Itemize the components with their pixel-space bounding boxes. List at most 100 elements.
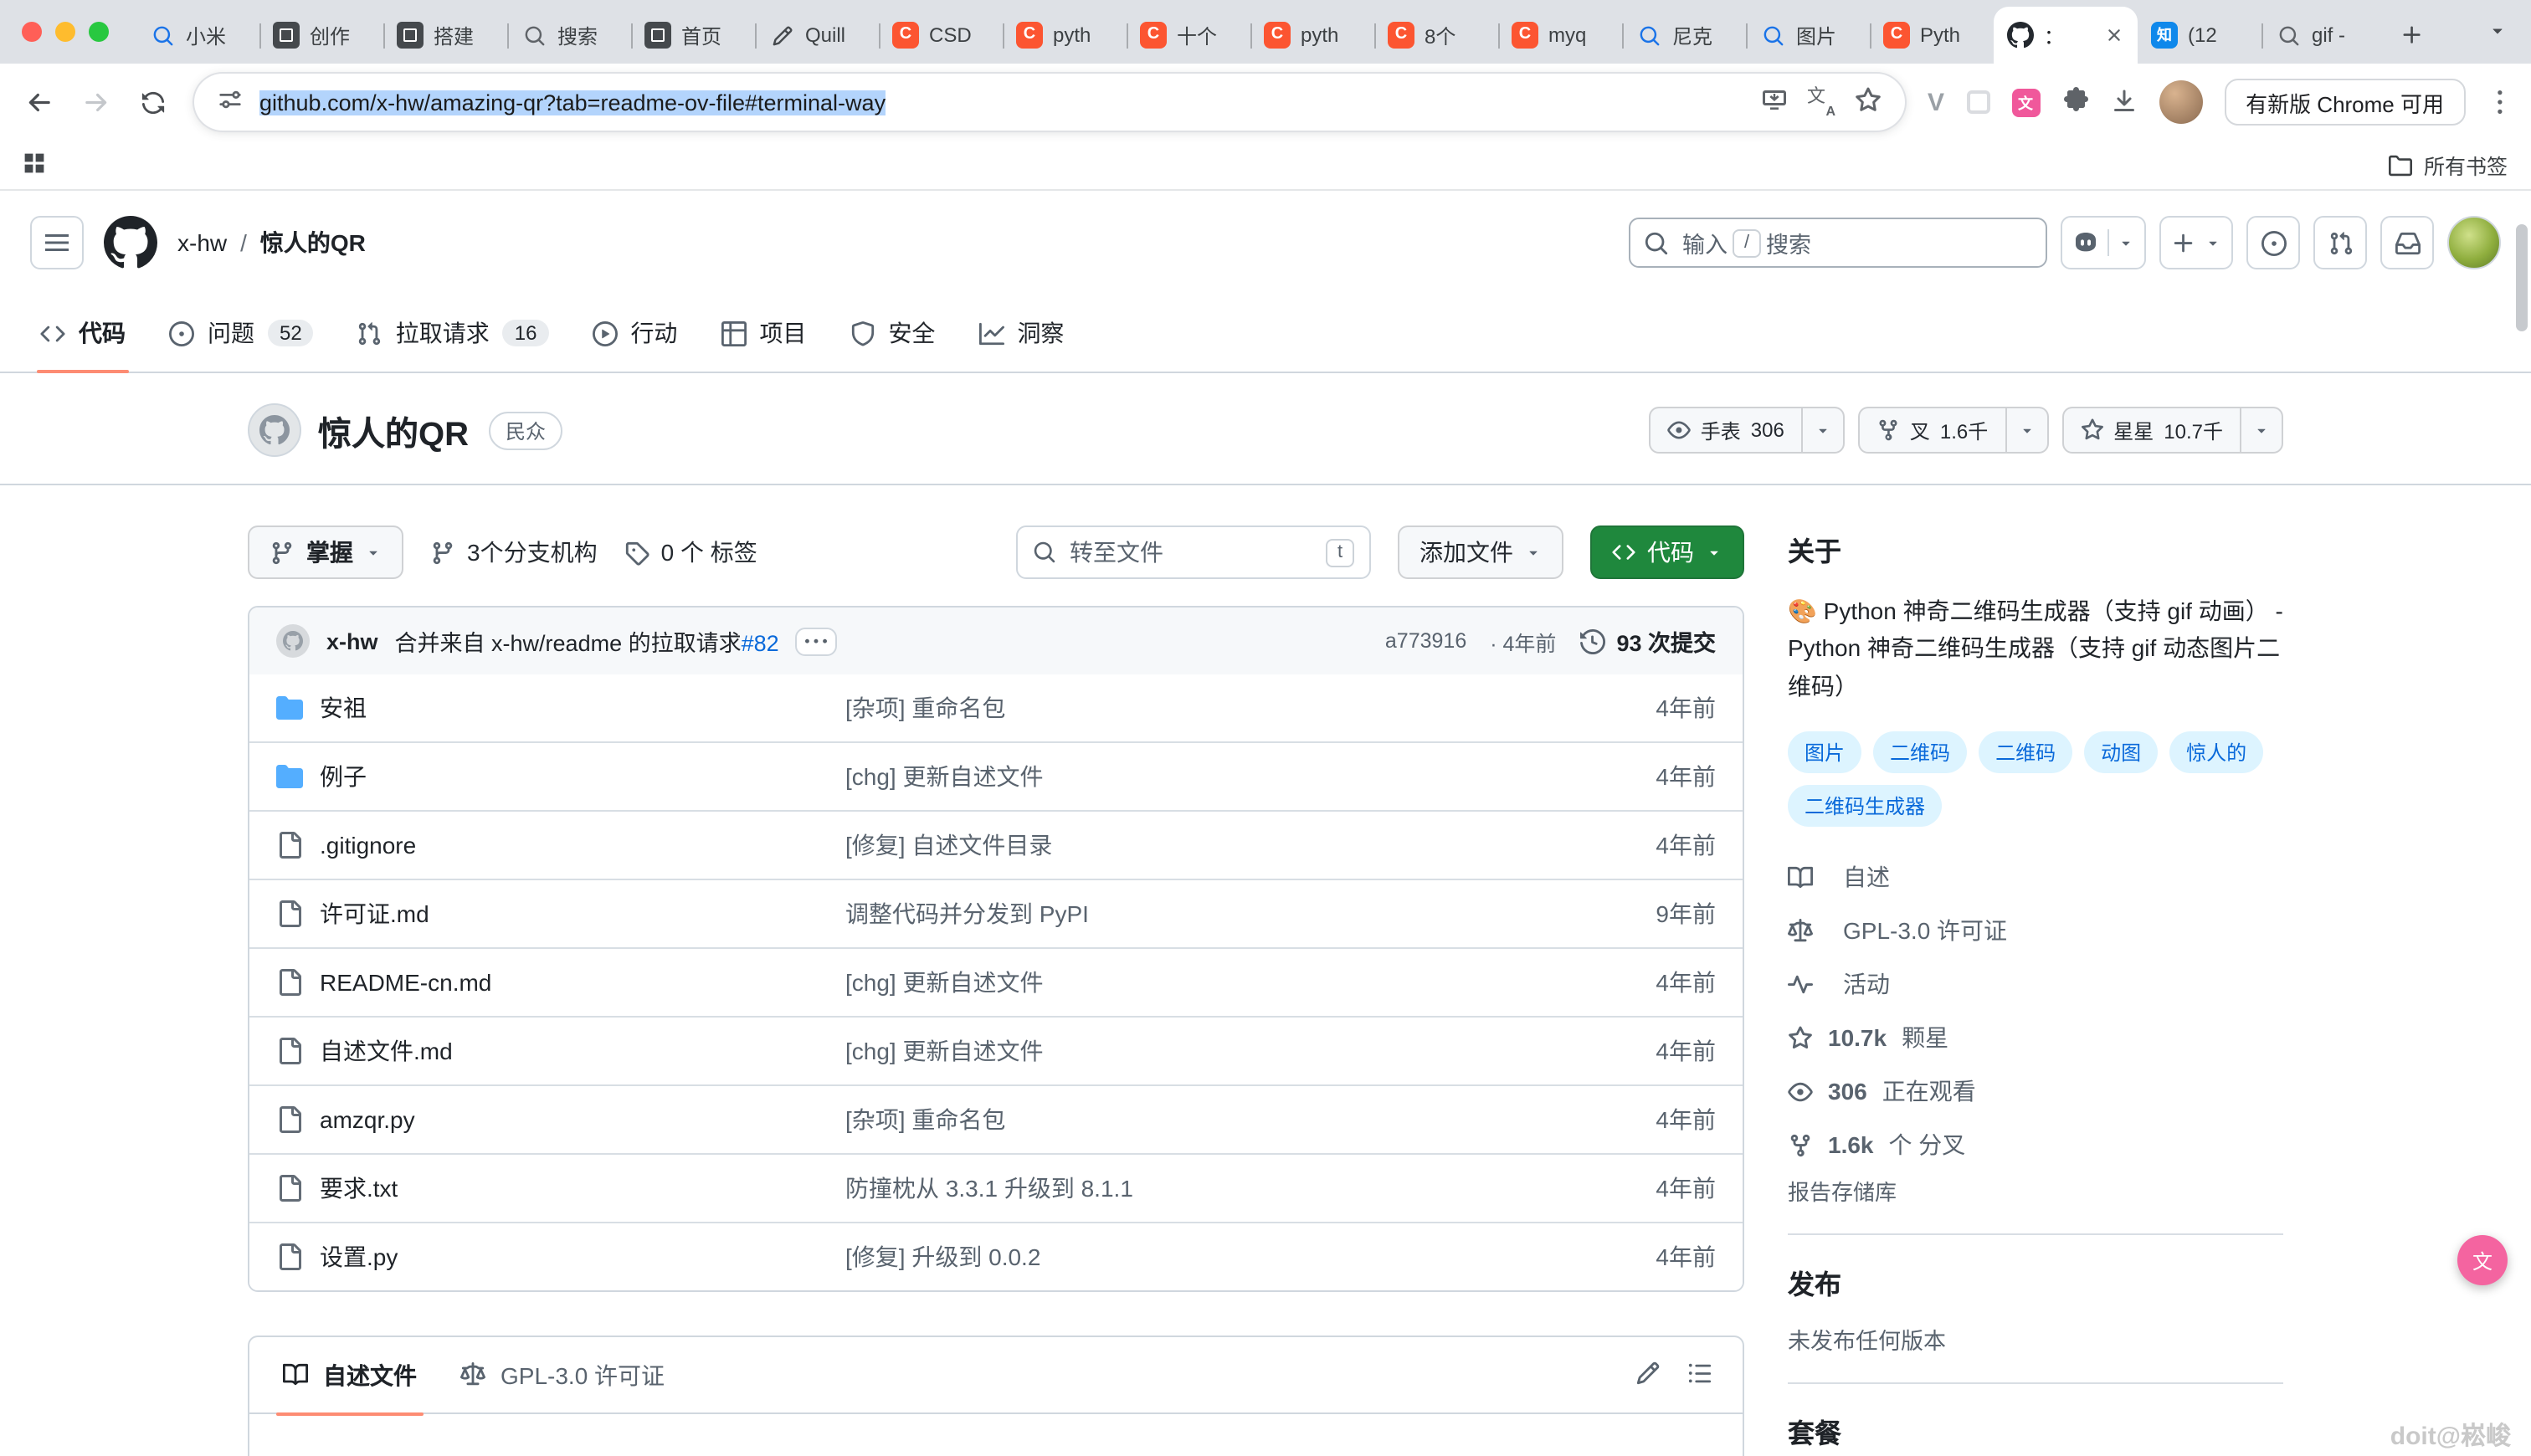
tab-security[interactable]: 安全 [833,295,952,372]
file-name-link[interactable]: 许可证.md [320,897,429,931]
code-button[interactable]: 代码 [1590,525,1744,579]
v-extension-icon[interactable]: V [1928,88,1944,116]
translate-float-button[interactable]: 文 [2457,1235,2508,1285]
file-commit-message-link[interactable]: [chg] 更新自述文件 [845,966,1532,999]
fork-button[interactable]: 叉1.6千 [1858,407,2048,454]
tab-search-chevron-icon[interactable] [2474,19,2521,44]
close-window-button[interactable] [22,22,42,42]
install-app-icon[interactable] [1760,86,1787,118]
edit-readme-pencil-icon[interactable] [1635,1360,1661,1390]
file-name-link[interactable]: 安祖 [320,691,367,725]
add-file-button[interactable]: 添加文件 [1398,525,1563,579]
forks-link[interactable]: 1.6k 个 分叉 [1788,1128,2283,1161]
close-tab-icon[interactable] [2104,25,2124,45]
browser-tab[interactable]: Quill [755,7,879,64]
license-link[interactable]: GPL-3.0 许可证 [1788,914,2283,947]
back-button[interactable] [17,80,60,124]
breadcrumb-repo-link[interactable]: 惊人的QR [260,226,366,259]
file-commit-message-link[interactable]: [修复] 升级到 0.0.2 [845,1240,1532,1274]
browser-tab[interactable]: CCSD [879,7,1003,64]
topic-tag[interactable]: 二维码生成器 [1788,785,1942,827]
tune-icon[interactable] [218,87,243,117]
inbox-button[interactable] [2380,216,2434,269]
go-to-file-input[interactable]: 转至文件 t [1016,525,1371,579]
file-commit-message-link[interactable]: 调整代码并分发到 PyPI [845,897,1532,931]
browser-tab[interactable]: C8个 [1374,7,1498,64]
watch-dropdown[interactable] [1801,408,1843,452]
commit-author-avatar[interactable] [276,624,310,658]
tab-actions[interactable]: 行动 [575,295,694,372]
bookmark-star-icon[interactable] [1854,86,1881,118]
file-commit-message-link[interactable]: [chg] 更新自述文件 [845,1034,1532,1068]
readme-link[interactable]: 自述 [1788,860,2283,894]
topic-tag[interactable]: 二维码 [1873,731,1967,773]
fork-dropdown[interactable] [2005,408,2046,452]
tab-pull-requests[interactable]: 拉取请求16 [341,295,566,372]
github-logo-icon[interactable] [104,216,157,269]
file-name-link[interactable]: 要求.txt [320,1171,398,1205]
star-button[interactable]: 星星10.7千 [2061,407,2283,454]
commit-sha-link[interactable]: a773916 [1385,629,1466,653]
new-tab-button[interactable] [2389,12,2436,59]
copilot-button[interactable] [2061,216,2146,269]
browser-tab[interactable]: CPyth [1870,7,1994,64]
github-search-input[interactable]: 输入/搜索 [1629,218,2047,268]
browser-tab[interactable]: 尼克 [1622,7,1746,64]
star-dropdown[interactable] [2240,408,2282,452]
activity-link[interactable]: 活动 [1788,967,2283,1001]
file-name-link[interactable]: 自述文件.md [320,1034,453,1068]
browser-tab[interactable]: 知(12 [2138,7,2261,64]
browser-tab[interactable]: Cpyth [1250,7,1374,64]
reload-button[interactable] [131,80,174,124]
branches-link[interactable]: 3个分支机构 [430,536,598,569]
browser-tab[interactable]: gif - [2261,7,2385,64]
tab-insights[interactable]: 洞察 [962,295,1081,372]
license-tab[interactable]: GPL-3.0 许可证 [440,1336,685,1413]
report-repository-link[interactable]: 报告存储库 [1788,1175,2283,1207]
file-name-link[interactable]: 设置.py [320,1240,398,1274]
extension-square-icon[interactable] [1966,90,1989,114]
watch-button[interactable]: 手表306 [1649,407,1845,454]
tab-projects[interactable]: 项目 [704,295,823,372]
file-commit-message-link[interactable]: 防撞枕从 3.3.1 升级到 8.1.1 [845,1171,1532,1205]
watchers-link[interactable]: 306 正在观看 [1788,1074,2283,1108]
browser-tab[interactable]: 首页 [631,7,755,64]
commit-author-link[interactable]: x-hw [326,628,378,654]
browser-tab[interactable]: 搭建 [383,7,507,64]
browser-tab[interactable]: 图片 [1746,7,1870,64]
commit-kebab-button[interactable] [796,627,838,655]
readme-tab[interactable]: 自述文件 [263,1336,437,1413]
breadcrumb-owner-link[interactable]: x-hw [177,229,227,256]
repo-title[interactable]: 惊人的QR [318,406,469,454]
tags-link[interactable]: 0 个 标签 [624,536,757,569]
issues-button[interactable] [2246,216,2300,269]
browser-tab[interactable]: C十个 [1127,7,1250,64]
commit-history-link[interactable]: 93 次提交 [1579,624,1716,658]
browser-tab[interactable]: 小米 [136,7,259,64]
forward-button[interactable] [74,80,117,124]
topic-tag[interactable]: 惊人的 [2169,731,2263,773]
translate-icon[interactable]: 文A [1807,89,1834,115]
apps-grid-icon[interactable] [23,151,45,178]
commit-message-link[interactable]: 合并来自 x-hw/readme 的拉取请求#82 [395,624,779,658]
file-name-link[interactable]: 例子 [320,760,367,793]
file-commit-message-link[interactable]: [杂项] 重命名包 [845,1103,1532,1136]
pull-requests-button[interactable] [2313,216,2367,269]
file-commit-message-link[interactable]: [修复] 自述文件目录 [845,828,1532,862]
outline-list-icon[interactable] [1687,1360,1712,1390]
page-scrollbar[interactable] [2516,224,2528,331]
topic-tag[interactable]: 图片 [1788,731,1861,773]
file-commit-message-link[interactable]: [杂项] 重命名包 [845,691,1532,725]
file-commit-message-link[interactable]: [chg] 更新自述文件 [845,760,1532,793]
all-bookmarks-button[interactable]: 所有书签 [2389,149,2508,181]
browser-tab[interactable]: Cpyth [1003,7,1127,64]
create-new-button[interactable] [2159,216,2233,269]
browser-tab[interactable]: 搜索 [507,7,631,64]
downloads-icon[interactable] [2110,86,2137,118]
tab-code[interactable]: 代码 [23,295,142,372]
chrome-menu-kebab-icon[interactable] [2487,90,2511,114]
browser-tab[interactable]: 创作 [259,7,383,64]
repo-owner-avatar[interactable] [248,403,301,457]
address-bar[interactable]: github.com/x-hw/amazing-qr?tab=readme-ov… [194,74,1904,131]
extensions-puzzle-icon[interactable] [2061,86,2088,118]
